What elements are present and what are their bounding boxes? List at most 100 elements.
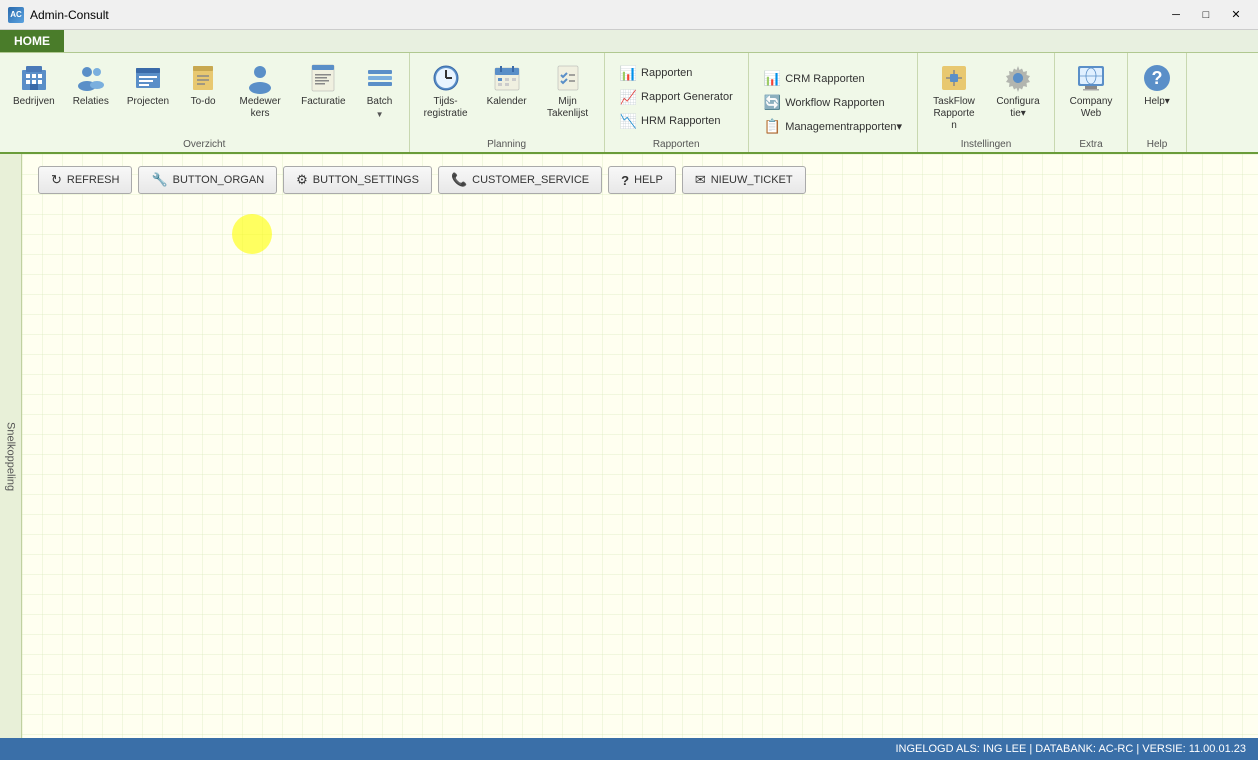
ribbon-btn-companyweb[interactable]: CompanyWeb <box>1061 57 1121 125</box>
svg-text:?: ? <box>1152 68 1163 88</box>
tasklist-icon <box>552 62 584 94</box>
help-icon: ? <box>1141 62 1173 94</box>
ribbon-btn-todo[interactable]: To-do <box>180 57 226 113</box>
ribbon-btn-projecten[interactable]: Projecten <box>120 57 176 113</box>
help-group-label: Help <box>1147 137 1168 150</box>
ribbon-btn-rapport-generator[interactable]: 📈 Rapport Generator <box>613 86 740 109</box>
companyweb-icon <box>1075 62 1107 94</box>
customer-service-label: CUSTOMER_SERVICE <box>472 174 589 186</box>
ribbon-group-planning: Tijds­registratie Kalender Mijn Takenlij… <box>410 53 605 152</box>
refresh-label: REFRESH <box>67 174 120 186</box>
ribbon-group-extra: CompanyWeb Extra <box>1055 53 1128 152</box>
title-bar: AC Admin-Consult ─ □ ✕ <box>0 0 1258 30</box>
ribbon-btn-rapporten[interactable]: 📊 Rapporten <box>613 62 740 85</box>
refresh-button[interactable]: ↻ REFRESH <box>38 166 132 194</box>
help-action-label: HELP <box>634 174 663 186</box>
batch-dropdown-arrow: ▼ <box>376 110 384 119</box>
ribbon-btn-taskflow[interactable]: TaskFlow Rapporten <box>924 57 984 137</box>
instellingen-items: TaskFlow Rapporten Configuratie▾ <box>924 57 1048 137</box>
nieuw-ticket-button[interactable]: ✉ NIEUW_TICKET <box>682 166 806 194</box>
ribbon-btn-relaties[interactable]: Relaties <box>66 57 116 113</box>
main-area: Snelkoppeling ↻ REFRESH 🔧 BUTTON_ORGAN ⚙… <box>0 154 1258 760</box>
todo-label: To-do <box>191 96 216 108</box>
ribbon-content: Bedrijven Relaties Projecten <box>0 52 1258 152</box>
ticket-icon: ✉ <box>695 172 706 188</box>
overzicht-group-label: Overzicht <box>183 137 225 150</box>
ribbon-btn-management[interactable]: 📋 Managementrapporten▾ <box>757 115 909 138</box>
taskflow-icon <box>938 62 970 94</box>
ribbon-btn-batch[interactable]: Batch ▼ <box>357 57 403 124</box>
companyweb-label: CompanyWeb <box>1068 96 1114 120</box>
mgmt-icon: 📋 <box>764 118 781 135</box>
workflow-icon: 🔄 <box>764 94 781 111</box>
ribbon-group-instellingen: TaskFlow Rapporten Configuratie▾ Instell… <box>918 53 1055 152</box>
snelkoppeling-sidebar[interactable]: Snelkoppeling <box>0 154 22 760</box>
ribbon-btn-configuratie[interactable]: Configuratie▾ <box>988 57 1048 125</box>
ribbon-btn-facturatie[interactable]: Facturatie <box>294 57 352 113</box>
window-controls: ─ □ ✕ <box>1162 5 1250 25</box>
overzicht-items: Bedrijven Relaties Projecten <box>6 57 403 137</box>
help-label: Help▾ <box>1144 96 1170 108</box>
bedrijven-label: Bedrijven <box>13 96 55 108</box>
todo-icon <box>187 62 219 94</box>
building-icon <box>18 62 50 94</box>
ribbon-btn-help[interactable]: ? Help▾ <box>1134 57 1180 113</box>
batch-label: Batch <box>367 96 393 108</box>
ribbon-group-help: ? Help▾ Help <box>1128 53 1187 152</box>
ribbon-btn-crm[interactable]: 📊 CRM Rapporten <box>757 67 909 90</box>
app-title: Admin-Consult <box>30 8 109 22</box>
extra-items: CompanyWeb <box>1061 57 1121 137</box>
status-text: INGELOGD ALS: ING LEE | DATABANK: AC-RC … <box>895 743 1246 755</box>
projecten-label: Projecten <box>127 96 169 108</box>
home-tab[interactable]: HOME <box>0 30 64 52</box>
refresh-icon: ↻ <box>51 172 62 188</box>
clock-icon <box>430 62 462 94</box>
hrm-label: HRM Rapporten <box>641 115 720 127</box>
rapporten2-items: 📊 CRM Rapporten 🔄 Workflow Rapporten 📋 M… <box>757 57 909 148</box>
button-settings[interactable]: ⚙ BUTTON_SETTINGS <box>283 166 432 194</box>
action-buttons: ↻ REFRESH 🔧 BUTTON_ORGAN ⚙ BUTTON_SETTIN… <box>38 166 1242 194</box>
ribbon-btn-tijdsregistratie[interactable]: Tijds­registratie <box>416 57 476 125</box>
tijdsregistratie-label: Tijds­registratie <box>423 96 469 120</box>
close-button[interactable]: ✕ <box>1222 5 1250 25</box>
planning-group-label: Planning <box>487 137 526 150</box>
settings-icon: ⚙ <box>296 172 308 188</box>
ribbon-group-rapporten: 📊 Rapporten 📈 Rapport Generator 📉 HRM Ra… <box>605 53 749 152</box>
help-action-button[interactable]: ? HELP <box>608 166 676 194</box>
main-content: ↻ REFRESH 🔧 BUTTON_ORGAN ⚙ BUTTON_SETTIN… <box>22 154 1258 760</box>
maximize-button[interactable]: □ <box>1192 5 1220 25</box>
rapport-gen-icon: 📈 <box>620 89 637 106</box>
facturatie-icon <box>307 62 339 94</box>
kalender-label: Kalender <box>487 96 527 108</box>
ribbon-btn-hrm[interactable]: 📉 HRM Rapporten <box>613 110 740 133</box>
relaties-label: Relaties <box>73 96 109 108</box>
configuratie-label: Configuratie▾ <box>995 96 1041 120</box>
organ-label: BUTTON_ORGAN <box>173 174 264 186</box>
crm-icon: 📊 <box>764 70 781 87</box>
management-label: Managementrapporten▾ <box>785 120 902 133</box>
help-action-icon: ? <box>621 173 629 188</box>
help-items: ? Help▾ <box>1134 57 1180 137</box>
settings-label: BUTTON_SETTINGS <box>313 174 419 186</box>
customer-service-button[interactable]: 📞 CUSTOMER_SERVICE <box>438 166 602 194</box>
ribbon-btn-kalender[interactable]: Kalender <box>480 57 534 113</box>
extra-group-label: Extra <box>1079 137 1102 150</box>
hrm-icon: 📉 <box>620 113 637 130</box>
batch-icon <box>364 62 396 94</box>
medewerkers-icon <box>244 62 276 94</box>
ribbon-btn-taken[interactable]: Mijn Takenlijst <box>538 57 598 125</box>
minimize-button[interactable]: ─ <box>1162 5 1190 25</box>
medewerkers-label: Medewerkers <box>237 96 283 120</box>
cursor-indicator <box>232 214 272 254</box>
gear-icon <box>1002 62 1034 94</box>
title-bar-left: AC Admin-Consult <box>8 7 109 23</box>
taken-label: Mijn Takenlijst <box>545 96 591 120</box>
button-organ[interactable]: 🔧 BUTTON_ORGAN <box>138 166 277 194</box>
ribbon-btn-medewerkers[interactable]: Medewerkers <box>230 57 290 125</box>
ribbon-btn-workflow[interactable]: 🔄 Workflow Rapporten <box>757 91 909 114</box>
ribbon-btn-bedrijven[interactable]: Bedrijven <box>6 57 62 113</box>
rapporten-items: 📊 Rapporten 📈 Rapport Generator 📉 HRM Ra… <box>613 57 740 137</box>
ribbon: HOME Bedrijven Relaties <box>0 30 1258 154</box>
planning-items: Tijds­registratie Kalender Mijn Takenlij… <box>416 57 598 137</box>
people-icon <box>75 62 107 94</box>
